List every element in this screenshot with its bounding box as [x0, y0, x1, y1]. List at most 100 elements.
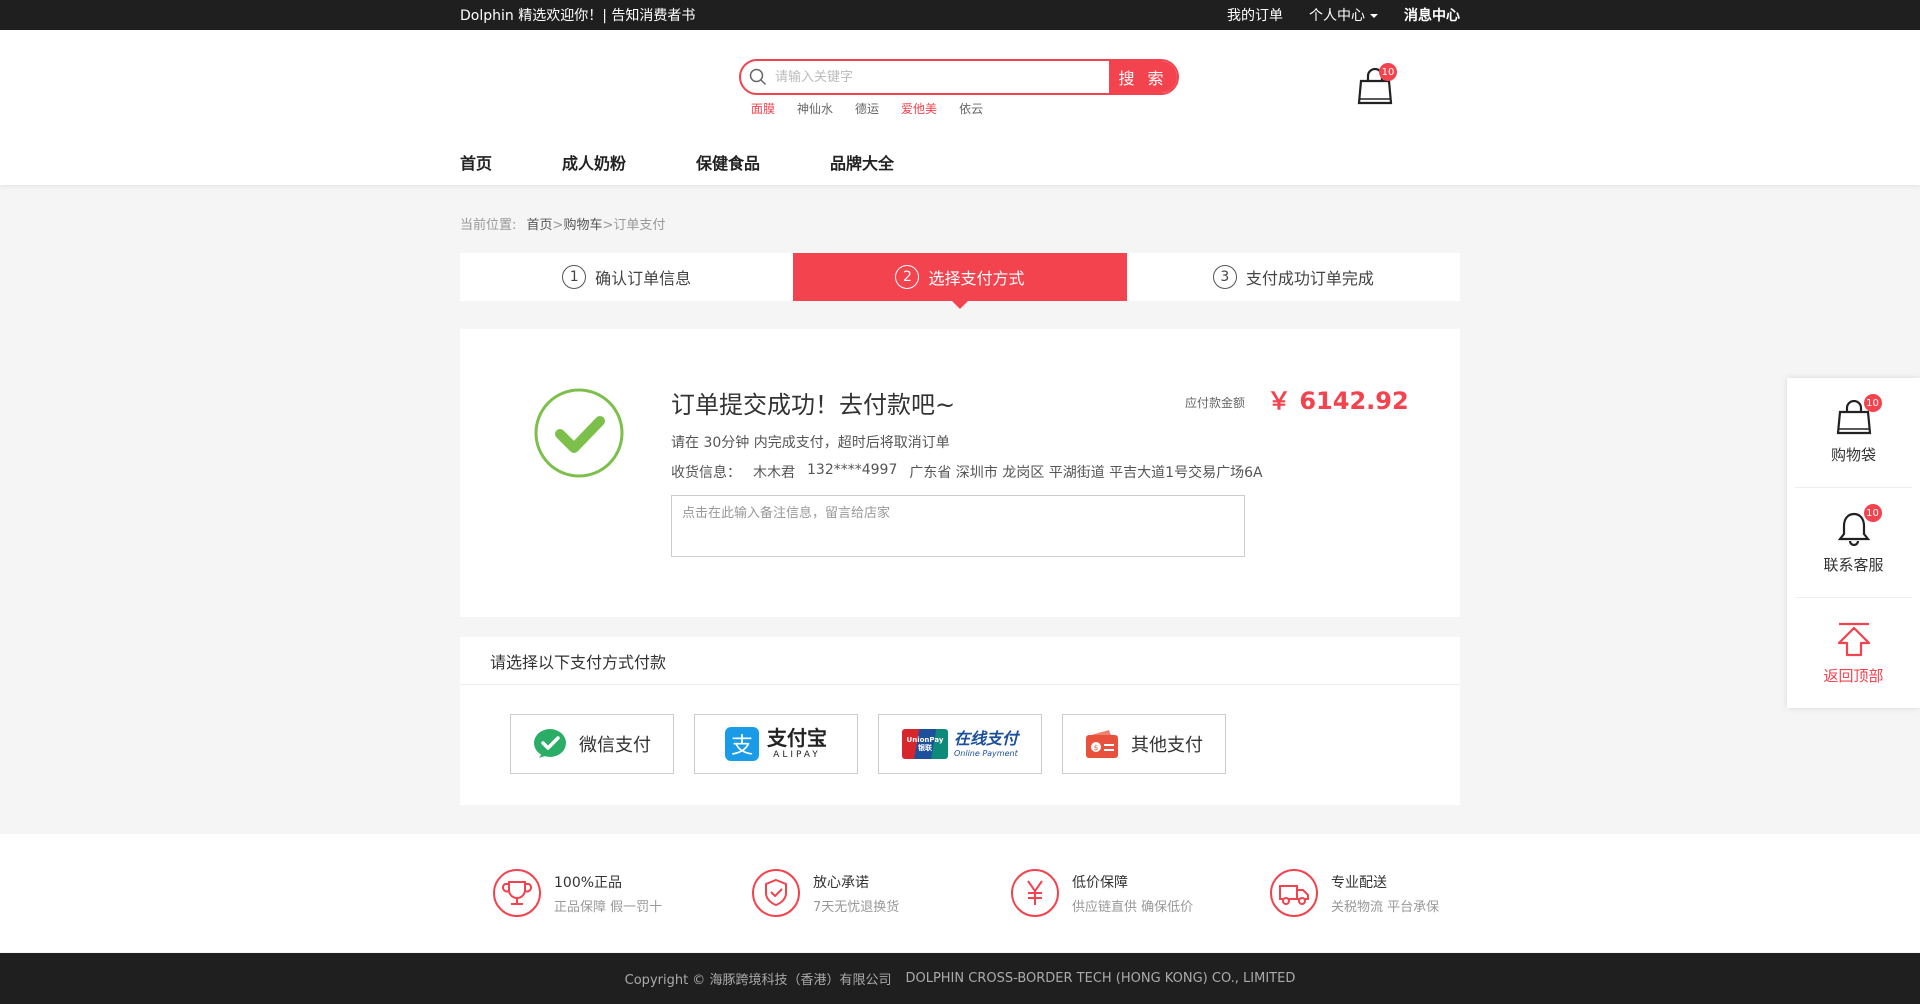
nav-item-health-food[interactable]: 保健食品: [696, 150, 760, 174]
guarantee-sub: 供应链直供 确保低价: [1072, 899, 1194, 915]
trophy-icon: [493, 869, 541, 917]
other-payment-button[interactable]: $ 其他支付: [1062, 714, 1226, 774]
breadcrumb-separator: >: [552, 218, 564, 233]
guarantee-authentic: 100%正品 正品保障 假一罚十: [492, 868, 751, 918]
step-choose-payment: 2 选择支付方式: [793, 253, 1127, 309]
alipay-english-label: ALIPAY: [773, 750, 821, 760]
sidebar-back-to-top[interactable]: 返回顶部: [1795, 598, 1912, 708]
yuan-icon: [1011, 869, 1059, 917]
shipping-info: 收货信息： 木木君 132****4997 广东省 深圳市 龙岗区 平湖街道 平…: [671, 462, 1263, 482]
guarantee-title: 专业配送: [1331, 874, 1387, 891]
search-button[interactable]: 搜 索: [1109, 61, 1177, 93]
step-confirm-order: 1 确认订单信息: [460, 253, 793, 301]
messages-link[interactable]: 消息中心: [1404, 5, 1460, 25]
order-success-title: 订单提交成功！去付款吧~: [671, 391, 956, 419]
order-note-input[interactable]: 点击在此输入备注信息，留言给店家: [671, 495, 1245, 557]
breadcrumb: 当前位置: 首页>购物车>订单支付: [460, 214, 665, 233]
guarantee-title: 放心承诺: [813, 874, 869, 891]
step-payment-complete: 3 支付成功订单完成: [1127, 253, 1460, 301]
wechat-pay-button[interactable]: 微信支付: [510, 714, 674, 774]
svg-text:支: 支: [731, 734, 753, 759]
copyright-text: Copyright © 海豚跨境科技（香港）有限公司: [624, 973, 892, 988]
other-payment-label: 其他支付: [1131, 735, 1203, 756]
recipient-phone: 132****4997: [807, 462, 898, 478]
unionpay-button[interactable]: UnionPay 银联 在线支付 Online Payment: [878, 714, 1042, 774]
alipay-icon: 支: [725, 727, 759, 761]
svg-text:$: $: [1094, 744, 1098, 752]
step-label: 支付成功订单完成: [1245, 269, 1374, 288]
main-nav: 首页 成人奶粉 保健食品 品牌大全: [460, 150, 964, 174]
arrow-up-icon: [1837, 622, 1870, 656]
unionpay-english-label: Online Payment: [953, 748, 1018, 758]
hot-keyword[interactable]: 面膜: [751, 100, 775, 117]
hot-keyword[interactable]: 爱他美: [901, 100, 937, 117]
guarantee-bar: 100%正品 正品保障 假一罚十 放心承诺 7天无忧退换货 低价保障供应链直供 确保…: [0, 834, 1920, 952]
search-icon: [741, 61, 775, 93]
unionpay-label: 在线支付: [953, 728, 1018, 748]
cart-button[interactable]: 10: [1357, 63, 1397, 106]
wechat-pay-label: 微信支付: [579, 735, 651, 756]
top-bar: Dolphin 精选欢迎你！| 告知消费者书 我的订单 个人中心 消息中心: [0, 0, 1920, 30]
guarantee-promise: 放心承诺 7天无忧退换货: [751, 868, 1010, 918]
guarantee-sub: 7天无忧退换货: [813, 899, 900, 915]
personal-center-menu[interactable]: 个人中心: [1309, 5, 1378, 25]
unionpay-logo: UnionPay 银联: [901, 729, 948, 759]
chevron-down-icon: [1370, 14, 1378, 18]
my-orders-link[interactable]: 我的订单: [1227, 5, 1283, 25]
welcome-text: Dolphin 精选欢迎你！| 告知消费者书: [460, 8, 696, 24]
delivery-truck-icon: [1270, 869, 1318, 917]
breadcrumb-cart[interactable]: 购物车: [563, 218, 602, 233]
guarantee-delivery: 专业配送关税物流 平台承保: [1269, 868, 1528, 918]
guarantee-low-price: 低价保障供应链直供 确保低价: [1010, 868, 1269, 918]
wechat-icon: [534, 729, 566, 758]
nav-item-home[interactable]: 首页: [460, 150, 492, 174]
alipay-button[interactable]: 支 支付宝 ALIPAY: [694, 714, 858, 774]
hot-keyword[interactable]: 依云: [959, 100, 983, 117]
sidebar-bag-label: 购物袋: [1830, 446, 1876, 464]
company-english-name: DOLPHIN CROSS-BORDER TECH (HONG KONG) CO…: [905, 971, 1296, 986]
step-number: 2: [895, 265, 920, 289]
step-number: 1: [562, 265, 587, 289]
recipient-name: 木木君: [753, 465, 795, 481]
checkout-steps: 1 确认订单信息 2 选择支付方式 3 支付成功订单完成: [460, 253, 1460, 309]
sidebar-service-label: 联系客服: [1823, 556, 1884, 574]
personal-center-label: 个人中心: [1309, 8, 1365, 24]
bag-count-badge: 10: [1863, 394, 1882, 412]
search-bar: 搜 索: [739, 59, 1179, 95]
footer: Copyright © 海豚跨境科技（香港）有限公司 DOLPHIN CROSS…: [0, 953, 1920, 1004]
recipient-address: 广东省 深圳市 龙岗区 平湖街道 平吉大道1号交易广场6A: [909, 465, 1263, 481]
guarantee-sub: 关税物流 平台承保: [1331, 899, 1440, 915]
payment-heading: 请选择以下支付方式付款: [460, 637, 1460, 685]
alipay-label: 支付宝: [767, 726, 827, 750]
unionpay-logo-cn: 银联: [917, 744, 932, 752]
shield-icon: [752, 869, 800, 917]
header: 搜 索 面膜 神仙水 德运 爱他美 依云 10 首页 成人奶粉 保健食品 品牌大…: [0, 30, 1920, 185]
breadcrumb-prefix: 当前位置:: [460, 218, 517, 233]
amount-due: ￥ 6142.92: [1267, 387, 1409, 415]
nav-item-milk-powder[interactable]: 成人奶粉: [562, 150, 626, 174]
cart-count-badge: 10: [1379, 63, 1397, 81]
hot-keyword[interactable]: 神仙水: [797, 100, 833, 117]
order-summary-panel: 订单提交成功！去付款吧~ 应付款金额 ￥ 6142.92 请在 30分钟 内完成…: [460, 329, 1460, 617]
step-number: 3: [1212, 265, 1237, 289]
unionpay-logo-text: UnionPay: [906, 735, 944, 744]
sidebar-shopping-bag[interactable]: 10 购物袋: [1795, 378, 1912, 488]
payment-deadline-tip: 请在 30分钟 内完成支付，超时后将取消订单: [671, 435, 950, 451]
guarantee-title: 100%正品: [554, 874, 623, 891]
wallet-icon: $: [1086, 730, 1118, 758]
shipping-label: 收货信息：: [671, 465, 741, 481]
search-input[interactable]: [775, 61, 1109, 93]
amount-due-label: 应付款金额: [1185, 396, 1246, 410]
floating-sidebar: 10 购物袋 10 联系客服 返回顶部: [1787, 378, 1920, 708]
service-count-badge: 10: [1863, 504, 1882, 522]
breadcrumb-separator: >: [602, 218, 614, 233]
hot-keyword[interactable]: 德运: [855, 100, 879, 117]
sidebar-customer-service[interactable]: 10 联系客服: [1795, 488, 1912, 598]
breadcrumb-current: 订单支付: [613, 218, 666, 233]
nav-item-brands[interactable]: 品牌大全: [830, 150, 894, 174]
guarantee-title: 低价保障: [1072, 874, 1128, 891]
success-check-icon: [534, 388, 624, 478]
payment-methods-panel: 请选择以下支付方式付款 微信支付 支 支付宝 ALIPAY UnionPay 银…: [460, 637, 1460, 805]
hot-keywords: 面膜 神仙水 德运 爱他美 依云: [751, 100, 983, 117]
breadcrumb-home[interactable]: 首页: [527, 218, 553, 233]
